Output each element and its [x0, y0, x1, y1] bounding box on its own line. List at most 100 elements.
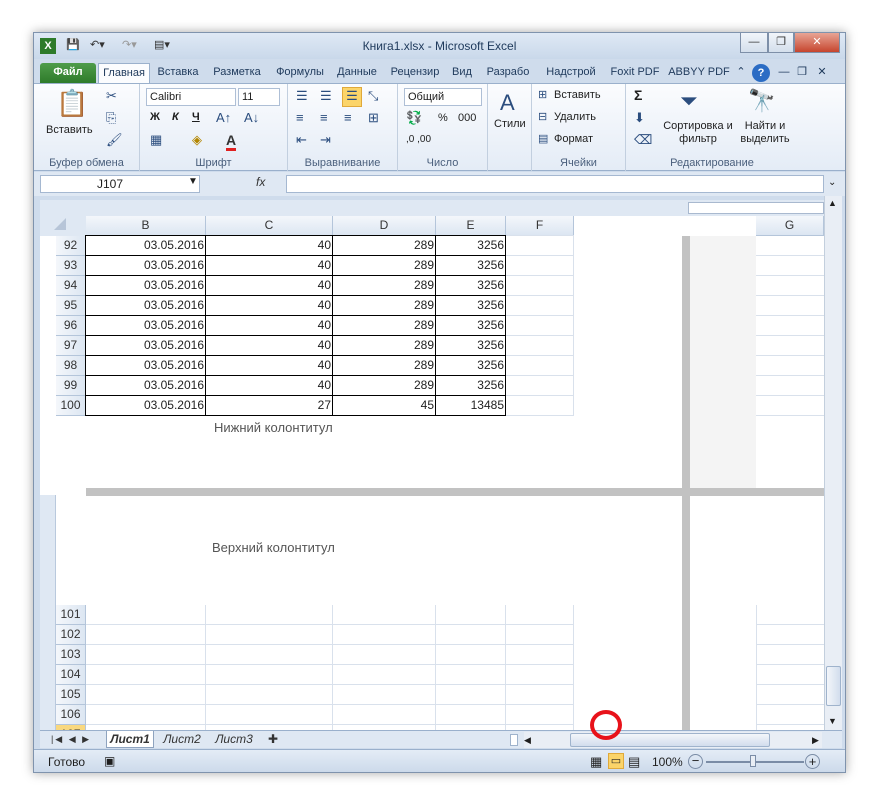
align-top-icon[interactable]: ☰ [296, 88, 308, 104]
column-header-e[interactable]: E [436, 216, 506, 236]
row-header[interactable]: 106 [56, 705, 86, 725]
tab-addins[interactable]: Надстрой [540, 63, 602, 83]
row-header[interactable]: 94 [56, 276, 86, 296]
cell-e[interactable]: 3256 [436, 336, 506, 356]
normal-view-icon[interactable]: ▦ [590, 754, 602, 770]
minimize-button[interactable]: — [740, 33, 768, 53]
cut-icon[interactable]: ✂ [106, 88, 117, 104]
decrease-indent-icon[interactable]: ⇤ [296, 132, 307, 148]
percent-button[interactable]: % [438, 112, 448, 124]
font-shrink-icon[interactable]: A↓ [244, 110, 259, 125]
row-header[interactable]: 104 [56, 665, 86, 685]
row-header[interactable]: 99 [56, 376, 86, 396]
styles-icon[interactable]: A [500, 90, 515, 116]
fill-color-icon[interactable]: ◈ [192, 132, 202, 148]
decimal-buttons[interactable]: ,0 ,00 [406, 134, 431, 145]
select-all-corner[interactable] [40, 200, 86, 236]
number-format-select[interactable]: Общий [404, 88, 482, 106]
cell-b[interactable]: 03.05.2016 [86, 336, 206, 356]
align-center-icon[interactable]: ≡ [320, 110, 328, 125]
find-select-button[interactable]: Найти и выделить [734, 120, 796, 146]
cell-c[interactable]: 40 [206, 376, 333, 396]
insert-function-button[interactable]: fx [256, 175, 265, 189]
cell-d[interactable]: 289 [333, 236, 436, 256]
align-bottom-icon[interactable]: ☰ [342, 87, 362, 107]
column-header-g[interactable]: G [756, 216, 824, 236]
zoom-level[interactable]: 100% [652, 755, 683, 769]
row-header[interactable]: 100 [56, 396, 86, 416]
orientation-icon[interactable]: ⤡ [368, 88, 378, 104]
sheet-tab-2[interactable]: Лист2 [158, 731, 206, 748]
scroll-left-icon[interactable]: ◀ [524, 735, 531, 746]
font-grow-icon[interactable]: A↑ [216, 110, 231, 125]
tab-view[interactable]: Вид [448, 63, 476, 83]
increase-indent-icon[interactable]: ⇥ [320, 132, 331, 148]
italic-button[interactable]: К [172, 111, 179, 123]
styles-button[interactable]: Стили [494, 118, 526, 130]
insert-cells-button[interactable]: Вставить [554, 89, 601, 101]
scroll-down-icon[interactable]: ▼ [828, 716, 837, 726]
formula-input[interactable] [286, 175, 824, 193]
align-left-icon[interactable]: ≡ [296, 110, 304, 125]
cell-d[interactable]: 289 [333, 356, 436, 376]
name-box-dropdown-icon[interactable]: ▼ [188, 176, 198, 187]
macro-record-icon[interactable]: ▣ [104, 754, 115, 768]
zoom-slider-thumb[interactable] [750, 755, 756, 767]
close-button[interactable]: ✕ [794, 33, 840, 53]
zoom-out-button[interactable]: − [688, 754, 703, 769]
cell-d[interactable]: 289 [333, 256, 436, 276]
paste-icon[interactable]: 📋 [56, 88, 88, 119]
tab-split-handle[interactable] [510, 734, 518, 746]
cell-b[interactable]: 03.05.2016 [86, 276, 206, 296]
align-middle-icon[interactable]: ☰ [320, 88, 332, 104]
row-header[interactable]: 102 [56, 625, 86, 645]
cell-b[interactable]: 03.05.2016 [86, 396, 206, 416]
merge-cells-icon[interactable]: ⊞ [368, 110, 379, 126]
tab-insert[interactable]: Вставка [152, 63, 204, 83]
sheet-nav-icons[interactable]: |◀ ◀ ▶ ▶| [44, 731, 98, 760]
font-size-select[interactable]: 11 [238, 88, 280, 106]
cell-d[interactable]: 289 [333, 336, 436, 356]
page-break-preview-icon[interactable]: ▤ [628, 754, 640, 770]
cell-d[interactable]: 289 [333, 276, 436, 296]
tab-data[interactable]: Данные [332, 63, 382, 83]
cell-b[interactable]: 03.05.2016 [86, 376, 206, 396]
currency-icon[interactable]: 💱 [406, 110, 422, 126]
cell-c[interactable]: 40 [206, 296, 333, 316]
cell-c[interactable]: 40 [206, 316, 333, 336]
borders-icon[interactable]: ▦ [150, 132, 162, 148]
cell-d[interactable]: 289 [333, 376, 436, 396]
fill-icon[interactable]: ⬇ [634, 110, 645, 126]
cell-c[interactable]: 40 [206, 256, 333, 276]
cell-d[interactable]: 45 [333, 396, 436, 416]
tab-layout[interactable]: Разметка [206, 63, 268, 83]
restore-button[interactable]: ❐ [768, 33, 794, 53]
zoom-in-button[interactable]: + [805, 754, 820, 769]
thousands-button[interactable]: 000 [458, 112, 476, 124]
row-header[interactable]: 97 [56, 336, 86, 356]
row-header[interactable]: 92 [56, 236, 86, 256]
row-header[interactable]: 103 [56, 645, 86, 665]
row-header[interactable]: 105 [56, 685, 86, 705]
cell-b[interactable]: 03.05.2016 [86, 236, 206, 256]
insert-cells-icon[interactable]: ⊞ [538, 88, 547, 101]
format-cells-button[interactable]: Формат [554, 133, 593, 145]
sheet-tab-1[interactable]: Лист1 [106, 731, 154, 748]
horizontal-scrollbar[interactable]: ◀ ▶ [524, 732, 822, 748]
cell-e[interactable]: 3256 [436, 276, 506, 296]
row-header[interactable]: 93 [56, 256, 86, 276]
worksheet-page-layout[interactable]: B C D E F G 92 03.05.2016 40 289 3256 93 03.05… [40, 200, 824, 730]
tab-file[interactable]: Файл [40, 63, 96, 83]
sheet-tab-3[interactable]: Лист3 [210, 731, 258, 748]
cell-d[interactable]: 289 [333, 296, 436, 316]
header-text[interactable]: Верхний колонтитул [212, 540, 335, 555]
cell-c[interactable]: 40 [206, 356, 333, 376]
delete-cells-icon[interactable]: ⊟ [538, 110, 547, 123]
scroll-right-icon[interactable]: ▶ [812, 735, 819, 746]
align-right-icon[interactable]: ≡ [344, 110, 352, 125]
tab-home[interactable]: Главная [98, 63, 150, 83]
cell-b[interactable]: 03.05.2016 [86, 296, 206, 316]
cell-e[interactable]: 3256 [436, 296, 506, 316]
format-painter-icon[interactable]: 🖌 [106, 132, 123, 148]
find-select-icon[interactable]: 🔭 [748, 88, 775, 114]
